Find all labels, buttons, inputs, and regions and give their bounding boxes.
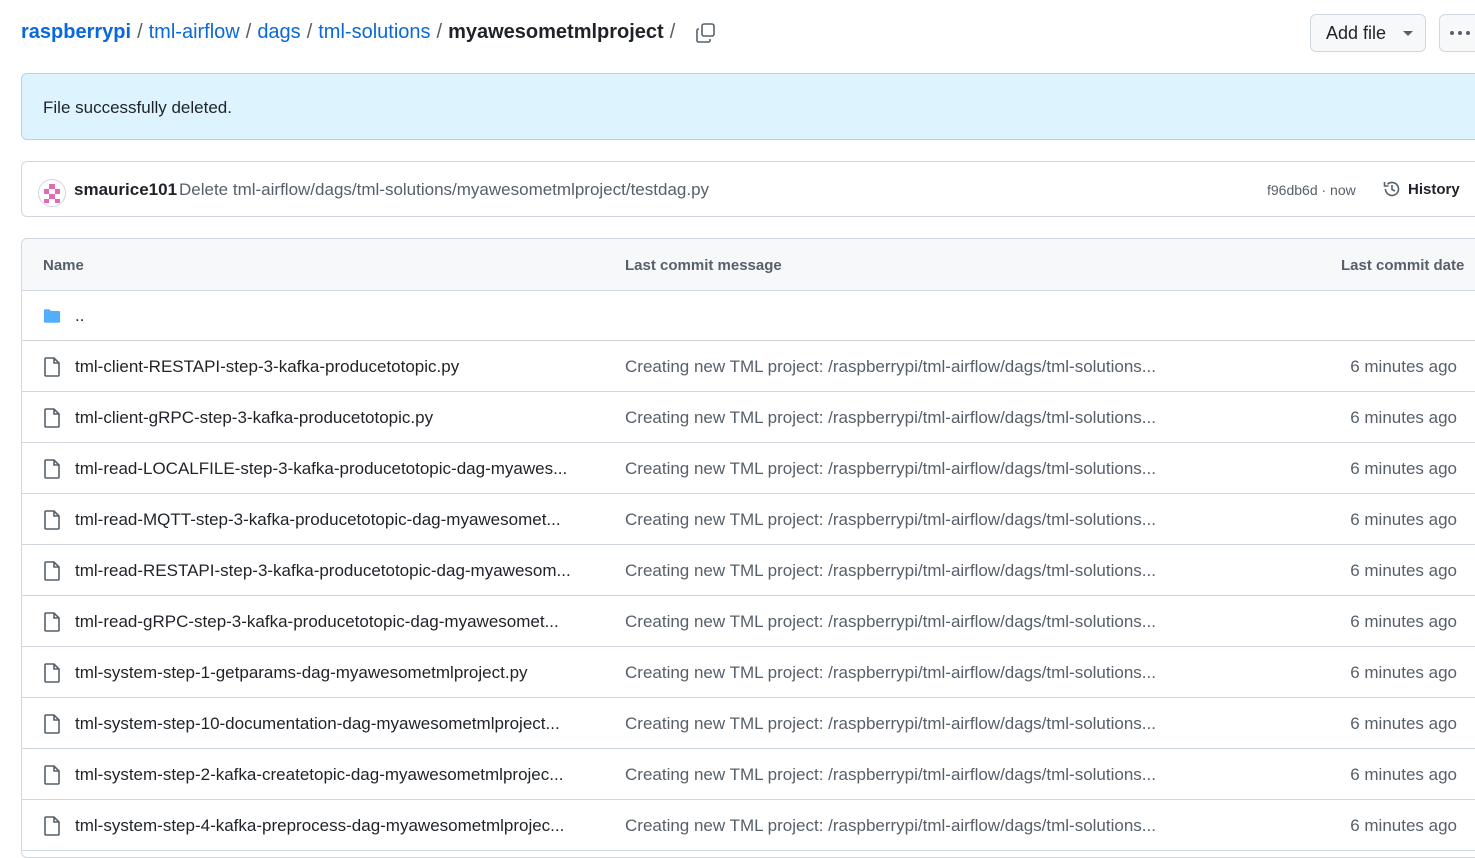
file-name-link[interactable]: tml-system-step-4-kafka-preprocess-dag-m… (75, 816, 564, 836)
flash-message: File successfully deleted. (43, 98, 232, 117)
file-commit-message-link[interactable]: Creating new TML project: /raspberrypi/t… (625, 663, 1156, 683)
commit-message-link[interactable]: Delete tml-airflow/dags/tml-solutions/my… (179, 180, 709, 200)
add-file-label: Add file (1326, 22, 1387, 43)
file-name-link[interactable]: tml-read-gRPC-step-3-kafka-producetotopi… (75, 612, 559, 632)
file-row[interactable]: tml-system-step-2-kafka-createtopic-dag-… (22, 749, 1475, 800)
file-row[interactable]: tml-client-RESTAPI-step-3-kafka-producet… (22, 341, 1475, 392)
kebab-dot-icon (1466, 31, 1470, 35)
file-name-link[interactable]: tml-system-step-2-kafka-createtopic-dag-… (75, 765, 563, 785)
commit-sha-time[interactable]: f96db6d · now (1267, 182, 1356, 198)
history-button[interactable]: History (1382, 179, 1460, 199)
commit-author-link[interactable]: smaurice101 (74, 180, 177, 200)
file-commit-message-link[interactable]: Creating new TML project: /raspberrypi/t… (625, 816, 1156, 836)
breadcrumb-link-dags[interactable]: dags (257, 21, 300, 44)
file-commit-date: 6 minutes ago (1350, 816, 1457, 835)
avatar[interactable] (38, 179, 66, 207)
file-commit-message-link[interactable]: Creating new TML project: /raspberrypi/t… (625, 408, 1156, 428)
breadcrumb: raspberrypi / tml-airflow / dags / tml-s… (21, 21, 717, 44)
file-row[interactable]: tml-system-step-10-documentation-dag-mya… (22, 698, 1475, 749)
file-row[interactable]: tml-read-gRPC-step-3-kafka-producetotopi… (22, 596, 1475, 647)
file-commit-date: 6 minutes ago (1350, 612, 1457, 631)
file-row[interactable]: tml-system-step-4-kafka-preprocess-dag-m… (22, 800, 1475, 851)
file-icon (44, 510, 60, 530)
kebab-dot-icon (1450, 31, 1454, 35)
file-commit-message-link[interactable]: Creating new TML project: /raspberrypi/t… (625, 714, 1156, 734)
file-icon (44, 408, 60, 428)
file-name-link[interactable]: tml-read-RESTAPI-step-3-kafka-producetot… (75, 561, 571, 581)
file-icon (44, 612, 60, 632)
file-commit-message-link[interactable]: Creating new TML project: /raspberrypi/t… (625, 357, 1156, 377)
file-row[interactable]: tml-read-LOCALFILE-step-3-kafka-producet… (22, 443, 1475, 494)
file-commit-date: 6 minutes ago (1350, 561, 1457, 580)
add-file-button[interactable]: Add file (1310, 14, 1426, 52)
file-icon (44, 357, 60, 377)
parent-directory-row[interactable]: .. (22, 290, 1475, 341)
flash-banner: File successfully deleted. (21, 73, 1475, 140)
column-header-date: Last commit date (1341, 257, 1465, 274)
file-icon (44, 816, 60, 836)
breadcrumb-separator: / (137, 21, 143, 43)
file-table-header: Name Last commit message Last commit dat… (22, 239, 1475, 291)
kebab-dot-icon (1458, 31, 1462, 35)
file-icon (44, 459, 60, 479)
column-header-message: Last commit message (625, 257, 782, 274)
breadcrumb-separator: / (669, 21, 676, 43)
copy-path-button[interactable] (695, 22, 717, 44)
more-options-button[interactable] (1439, 14, 1475, 52)
breadcrumb-separator: / (436, 21, 443, 43)
breadcrumb-link-tml-airflow[interactable]: tml-airflow (149, 21, 240, 44)
file-name-link[interactable]: tml-system-step-1-getparams-dag-myawesom… (75, 663, 528, 683)
file-name-link[interactable]: tml-client-RESTAPI-step-3-kafka-producet… (75, 357, 459, 377)
file-row[interactable]: tml-read-MQTT-step-3-kafka-producetotopi… (22, 494, 1475, 545)
file-commit-message-link[interactable]: Creating new TML project: /raspberrypi/t… (625, 510, 1156, 530)
file-commit-date: 6 minutes ago (1350, 510, 1457, 529)
file-commit-date: 6 minutes ago (1350, 357, 1457, 376)
breadcrumb-owner-link[interactable]: raspberrypi (21, 21, 131, 44)
file-commit-message-link[interactable]: Creating new TML project: /raspberrypi/t… (625, 765, 1156, 785)
file-commit-date: 6 minutes ago (1350, 408, 1457, 427)
file-commit-message-link[interactable]: Creating new TML project: /raspberrypi/t… (625, 561, 1156, 581)
top-bar: raspberrypi / tml-airflow / dags / tml-s… (21, 14, 1475, 54)
parent-directory-link[interactable]: .. (75, 306, 84, 326)
file-icon (44, 765, 60, 785)
breadcrumb-link-tml-solutions[interactable]: tml-solutions (318, 21, 430, 44)
history-label: History (1408, 180, 1460, 198)
file-name-link[interactable]: tml-system-step-10-documentation-dag-mya… (75, 714, 560, 734)
file-icon (44, 561, 60, 581)
file-commit-message-link[interactable]: Creating new TML project: /raspberrypi/t… (625, 459, 1156, 479)
copy-icon (696, 22, 716, 43)
file-row[interactable]: tml-system-step-1-getparams-dag-myawesom… (22, 647, 1475, 698)
file-commit-message-link[interactable]: Creating new TML project: /raspberrypi/t… (625, 612, 1156, 632)
latest-commit-bar: smaurice101 Delete tml-airflow/dags/tml-… (21, 161, 1475, 217)
identicon-icon (44, 184, 60, 203)
breadcrumb-separator: / (245, 21, 252, 43)
file-commit-date: 6 minutes ago (1350, 459, 1457, 478)
file-name-link[interactable]: tml-client-gRPC-step-3-kafka-producetoto… (75, 408, 433, 428)
breadcrumb-separator: / (306, 21, 313, 43)
breadcrumb-current: myawesometmlproject (448, 21, 664, 43)
history-icon (1383, 181, 1400, 197)
file-icon (44, 663, 60, 683)
file-commit-date: 6 minutes ago (1350, 765, 1457, 784)
file-table: Name Last commit message Last commit dat… (21, 238, 1475, 858)
chevron-down-icon (1403, 30, 1413, 36)
file-row[interactable]: tml-client-gRPC-step-3-kafka-producetoto… (22, 392, 1475, 443)
file-commit-date: 6 minutes ago (1350, 663, 1457, 682)
file-commit-date: 6 minutes ago (1350, 714, 1457, 733)
file-row[interactable]: tml-read-RESTAPI-step-3-kafka-producetot… (22, 545, 1475, 596)
file-name-link[interactable]: tml-read-MQTT-step-3-kafka-producetotopi… (75, 510, 561, 530)
file-name-link[interactable]: tml-read-LOCALFILE-step-3-kafka-producet… (75, 459, 567, 479)
column-header-name: Name (43, 257, 84, 274)
folder-icon (43, 309, 61, 323)
file-icon (44, 714, 60, 734)
